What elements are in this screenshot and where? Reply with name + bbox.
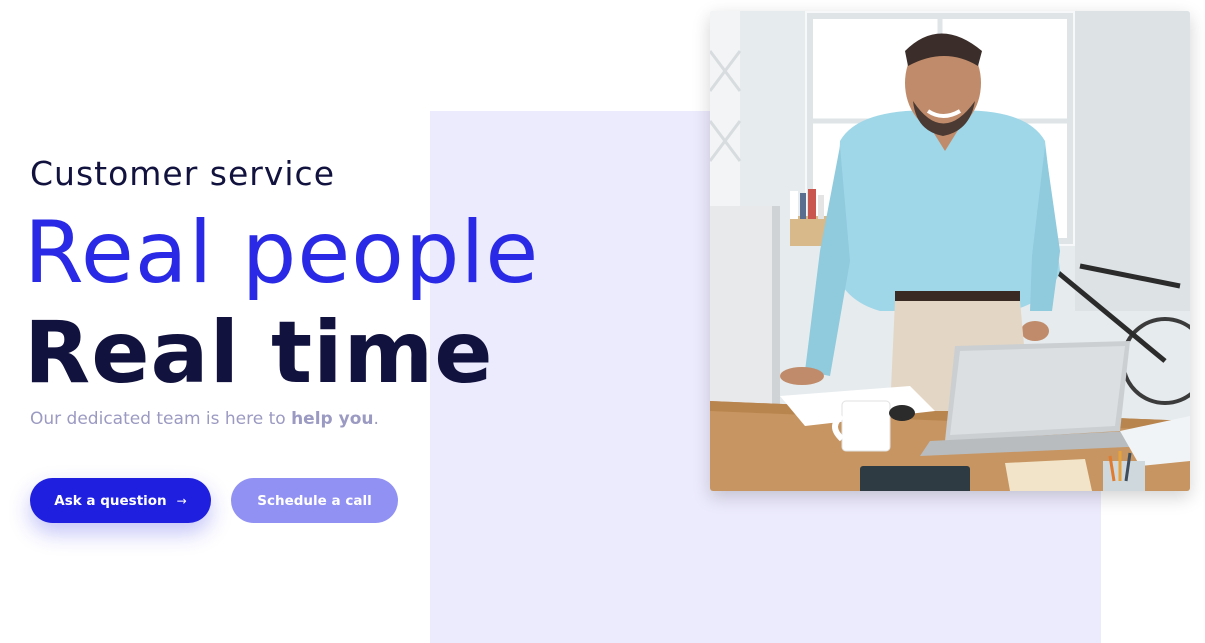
headline-line-1: Real people [24, 203, 540, 303]
hero-photo-illustration [710, 11, 1190, 491]
headline-line-2: Real time [24, 303, 494, 403]
hero-photo [710, 11, 1190, 491]
subtitle-prefix: Our dedicated team is here to [30, 409, 292, 429]
subtitle-emphasis: help you [291, 409, 374, 429]
schedule-call-button[interactable]: Schedule a call [231, 478, 398, 523]
ask-question-label: Ask a question [54, 492, 167, 509]
page: Customer service Real people Real time O… [0, 0, 1205, 643]
eyebrow-heading: Customer service [30, 154, 335, 193]
hero-subtitle: Our dedicated team is here to help you. [30, 409, 379, 429]
arrow-right-icon: → [176, 493, 187, 508]
schedule-call-label: Schedule a call [257, 492, 372, 509]
ask-question-button[interactable]: Ask a question → [30, 478, 211, 523]
subtitle-suffix: . [373, 409, 379, 429]
